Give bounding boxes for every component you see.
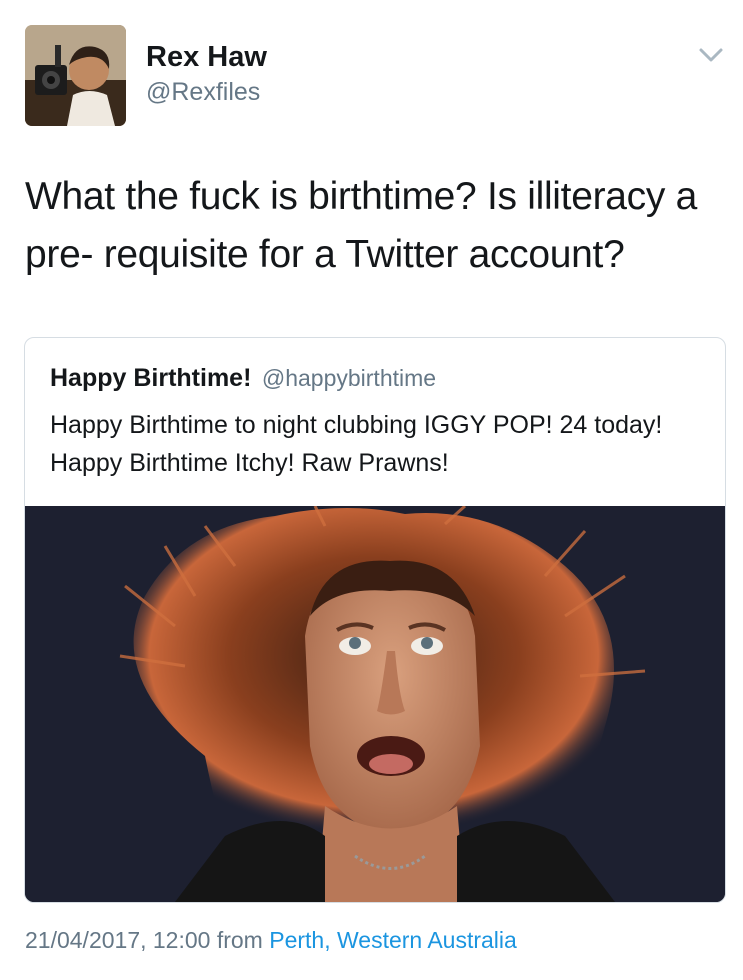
quoted-tweet-header: Happy Birthtime! @happybirthtime	[50, 364, 436, 393]
quoted-display-name: Happy Birthtime!	[50, 364, 252, 392]
author-handle[interactable]: @Rexfiles	[146, 78, 260, 107]
quoted-tweet-text: Happy Birthtime to night clubbing IGGY P…	[50, 411, 663, 477]
tweet-text: What the fuck is birthtime? Is illiterac…	[25, 175, 697, 276]
quoted-tweet-photo[interactable]	[25, 506, 725, 902]
author-display-name[interactable]: Rex Haw	[146, 41, 267, 74]
author-avatar[interactable]	[25, 25, 126, 126]
tweet-meta: 21/04/2017, 12:00 from Perth, Western Au…	[25, 927, 517, 954]
quoted-handle: @happybirthtime	[261, 365, 437, 391]
tweet-timestamp: 21/04/2017, 12:00	[25, 927, 211, 953]
chevron-down-icon[interactable]	[698, 46, 724, 64]
quoted-tweet-card[interactable]: Happy Birthtime! @happybirthtime Happy B…	[24, 337, 726, 903]
from-label: from	[216, 927, 263, 953]
attached-photo	[25, 506, 725, 902]
location-link[interactable]: Perth, Western Australia	[269, 927, 517, 953]
avatar-photo	[25, 25, 126, 126]
